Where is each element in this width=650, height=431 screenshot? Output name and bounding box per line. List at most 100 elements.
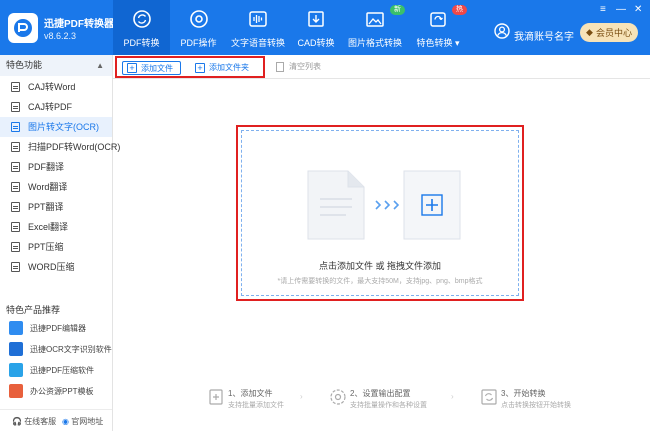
add-folder-button[interactable]: + 添加文件夹	[195, 61, 249, 75]
step-desc: 支持批量添加文件	[228, 402, 284, 409]
document-icon	[11, 102, 20, 112]
nav-label: 文字语音转换	[230, 38, 285, 48]
close-icon[interactable]: ✕	[634, 4, 642, 15]
sidebar-item-label: Word翻译	[28, 182, 68, 192]
official-site-label: 官网地址	[71, 417, 104, 426]
cad-icon	[308, 11, 324, 27]
image-icon	[366, 12, 384, 27]
app-version: v8.6.2.3	[44, 31, 77, 41]
feature-section-header[interactable]: 特色功能 ▲	[0, 55, 112, 76]
convert-step-icon	[481, 389, 497, 405]
dropzone-title: 点击添加文件 或 拖拽文件添加	[318, 261, 441, 271]
minimize-icon[interactable]: —	[616, 4, 626, 15]
dropzone-highlight: 点击添加文件 或 拖拽文件添加 *请上传需要转换的文件，最大支持50M，支持jp…	[236, 125, 524, 301]
sidebar-item-label: PDF翻译	[28, 162, 65, 172]
top-bar: 迅捷PDF转换器 v8.6.2.3 PDF转换 PDF操作 文字语音转换 CAD…	[0, 0, 650, 55]
sidebar-item-caj-to-word[interactable]: CAJ转Word	[0, 77, 112, 97]
sidebar-item-pdf-translate[interactable]: PDF翻译	[0, 157, 112, 177]
product-item-pdf-compress[interactable]: 迅捷PDF压缩软件	[0, 360, 112, 381]
nav-image-format[interactable]: 图片格式转换 新	[343, 0, 407, 55]
product-label: 办公资源PPT模板	[30, 387, 94, 396]
sidebar-item-image-to-text-ocr[interactable]: 图片转文字(OCR)	[0, 117, 112, 137]
nav-label: CAD转换	[297, 38, 335, 48]
step-desc: 支持批量操作和各种设置	[350, 402, 427, 409]
products-title: 特色产品推荐	[6, 305, 61, 315]
pdf-editor-icon	[9, 321, 23, 335]
product-label: 迅捷PDF编辑器	[30, 324, 86, 333]
step-title: 1、添加文件	[228, 389, 273, 398]
document-icon	[11, 242, 20, 252]
step-separator: ›	[451, 392, 454, 401]
sidebar-item-label: PPT翻译	[28, 202, 64, 212]
nav-cad-convert[interactable]: CAD转换	[289, 0, 343, 55]
globe-icon: ◉	[62, 417, 69, 426]
document-icon	[11, 262, 20, 272]
official-site-link[interactable]: ◉ 官网地址	[62, 416, 103, 427]
clear-list-button[interactable]: 清空列表	[276, 60, 321, 74]
nav-label: PDF操作	[180, 38, 217, 48]
user-icon[interactable]	[494, 23, 510, 39]
sidebar-item-label: 扫描PDF转Word(OCR)	[28, 142, 121, 152]
nav-pdf-operation[interactable]: PDF操作	[170, 0, 227, 55]
sidebar-item-caj-to-pdf[interactable]: CAJ转PDF	[0, 97, 112, 117]
file-dropzone[interactable]: 点击添加文件 或 拖拽文件添加 *请上传需要转换的文件，最大支持50M，支持jp…	[241, 130, 519, 296]
product-item-ppt-templates[interactable]: 办公资源PPT模板	[0, 381, 112, 402]
document-icon	[11, 162, 20, 172]
step-title: 3、开始转换	[501, 389, 546, 398]
sidebar-item-label: WORD压缩	[28, 262, 75, 272]
sidebar-item-excel-translate[interactable]: Excel翻译	[0, 217, 112, 237]
vip-label: 会员中心	[595, 28, 632, 38]
vip-center-button[interactable]: ◆ 会员中心	[580, 23, 638, 42]
add-file-step-icon	[209, 389, 223, 405]
upload-illustration	[307, 170, 461, 240]
hot-badge: 热	[452, 5, 467, 15]
toolbar: + 添加文件 + 添加文件夹 清空列表	[113, 55, 650, 79]
document-icon	[11, 222, 20, 232]
sidebar-item-word-compress[interactable]: WORD压缩	[0, 257, 112, 277]
sidebar-footer: 🎧 在线客服 ◉ 官网地址	[0, 409, 112, 431]
nav-pdf-convert[interactable]: PDF转换	[113, 0, 170, 55]
sidebar-item-label: 图片转文字(OCR)	[28, 122, 99, 132]
nav-feature-convert[interactable]: 特色转换 ▾ 热	[407, 0, 469, 55]
sidebar-item-ppt-compress[interactable]: PPT压缩	[0, 237, 112, 257]
add-folder-label: 添加文件夹	[209, 63, 249, 72]
sidebar-item-word-translate[interactable]: Word翻译	[0, 177, 112, 197]
ppt-template-icon	[9, 384, 23, 398]
chevron-up-icon[interactable]: ▲	[96, 55, 104, 76]
product-label: 迅捷OCR文字识别软件	[30, 345, 112, 354]
document-icon	[11, 202, 20, 212]
add-file-label: 添加文件	[141, 64, 173, 73]
step-separator: ›	[300, 392, 303, 401]
sidebar-item-scan-pdf-to-word[interactable]: 扫描PDF转Word(OCR)	[0, 137, 120, 157]
product-label: 迅捷PDF压缩软件	[30, 366, 94, 375]
new-badge: 新	[390, 5, 405, 15]
feature-icon	[430, 12, 446, 27]
add-buttons-highlight: + 添加文件 + 添加文件夹	[115, 56, 265, 78]
sidebar-item-ppt-translate[interactable]: PPT翻译	[0, 197, 112, 217]
ocr-icon	[9, 342, 23, 356]
menu-icon[interactable]: ≡	[600, 4, 606, 15]
nav-text-speech[interactable]: 文字语音转换	[227, 0, 289, 55]
document-icon	[11, 142, 20, 152]
nav-label: 特色转换 ▾	[416, 38, 460, 48]
add-file-button[interactable]: + 添加文件	[122, 61, 181, 75]
sidebar-item-label: Excel翻译	[28, 222, 69, 232]
product-item-ocr[interactable]: 迅捷OCR文字识别软件	[0, 339, 112, 360]
nav-label: PDF转换	[123, 38, 160, 48]
main-nav: PDF转换 PDF操作 文字语音转换 CAD转换 图片格式转换 新 特色转换 ▾…	[113, 0, 469, 55]
pdf-compress-icon	[9, 363, 23, 377]
product-list: 迅捷PDF编辑器 迅捷OCR文字识别软件 迅捷PDF压缩软件 办公资源PPT模板	[0, 318, 112, 402]
document-icon	[11, 122, 20, 132]
document-icon	[11, 82, 20, 92]
app-name: 迅捷PDF转换器	[44, 19, 114, 30]
user-name[interactable]: 我滴账号名字	[514, 28, 574, 43]
sidebar-item-label: PPT压缩	[28, 242, 64, 252]
clear-list-label: 清空列表	[289, 62, 321, 71]
feature-list: CAJ转Word CAJ转PDF 图片转文字(OCR) 扫描PDF转Word(O…	[0, 77, 120, 277]
online-service-link[interactable]: 🎧 在线客服	[12, 416, 56, 427]
audio-wave-icon	[249, 11, 267, 27]
product-item-pdf-editor[interactable]: 迅捷PDF编辑器	[0, 318, 112, 339]
add-folder-icon: +	[195, 63, 205, 73]
settings-step-icon	[330, 389, 346, 405]
gear-icon	[189, 10, 208, 28]
